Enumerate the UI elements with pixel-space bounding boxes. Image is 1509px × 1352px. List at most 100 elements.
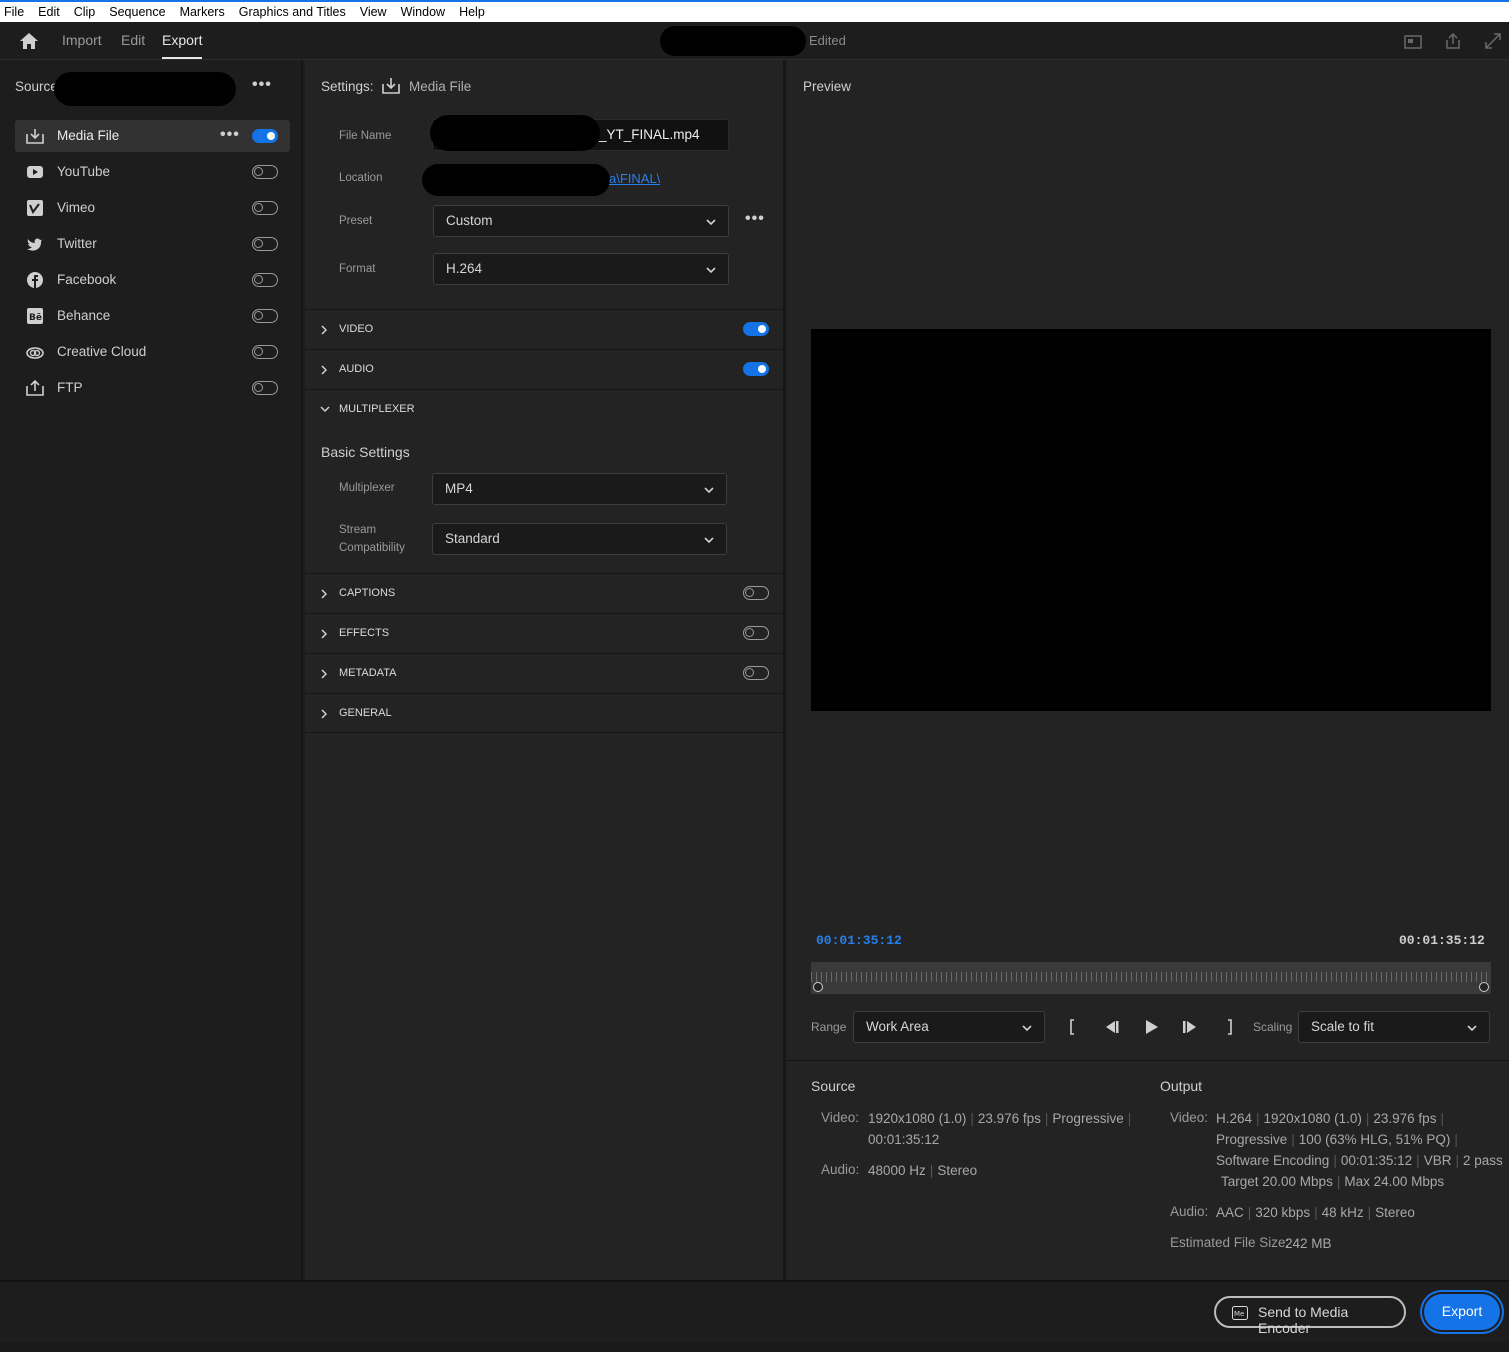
out-point-handle[interactable] <box>1479 982 1489 992</box>
menu-item-edit[interactable]: Edit <box>38 5 60 19</box>
destination-label: FTP <box>57 380 83 395</box>
quick-export-icon[interactable] <box>1404 32 1422 50</box>
menu-bar: File Edit Clip Sequence Markers Graphics and … <box>0 0 1509 22</box>
section-metadata[interactable]: METADATA <box>305 653 785 693</box>
redacted-project-name <box>660 26 806 56</box>
location-link[interactable]: a\FINAL\ <box>609 171 660 186</box>
redacted-file-name <box>430 115 600 151</box>
twitter-toggle[interactable] <box>252 237 278 251</box>
stream-compatibility-dropdown[interactable]: Standard <box>432 523 727 555</box>
output-video-line-1: H.264 | 1920x1080 (1.0) | 23.976 fps | <box>1216 1111 1444 1126</box>
output-audio-values: AAC | 320 kbps | 48 kHz | Stereo <box>1216 1205 1415 1220</box>
menu-item-help[interactable]: Help <box>459 5 485 19</box>
audio-toggle[interactable] <box>743 362 769 376</box>
range-dropdown[interactable]: Work Area <box>853 1011 1045 1043</box>
timeline-scrubber[interactable] <box>811 962 1491 994</box>
menu-item-window[interactable]: Window <box>401 5 445 19</box>
set-out-icon[interactable] <box>1223 1018 1237 1036</box>
settings-subtitle: Media File <box>409 79 472 94</box>
destination-vimeo[interactable]: Vimeo <box>15 192 290 224</box>
destination-ftp[interactable]: FTP <box>15 372 290 404</box>
creative-cloud-icon <box>26 347 44 359</box>
section-captions[interactable]: CAPTIONS <box>305 573 785 613</box>
tab-import[interactable]: Import <box>62 32 102 48</box>
menu-item-sequence[interactable]: Sequence <box>109 5 165 19</box>
menu-item-file[interactable]: File <box>4 5 24 19</box>
stream-label: Stream <box>339 524 377 536</box>
youtube-toggle[interactable] <box>252 165 278 179</box>
facebook-toggle[interactable] <box>252 273 278 287</box>
metadata-toggle[interactable] <box>743 666 769 680</box>
destination-label: Media File <box>57 128 120 143</box>
destination-youtube[interactable]: YouTube <box>15 156 290 188</box>
effects-toggle[interactable] <box>743 626 769 640</box>
step-back-icon[interactable] <box>1101 1018 1121 1036</box>
captions-toggle[interactable] <box>743 586 769 600</box>
scaling-dropdown[interactable]: Scale to fit <box>1298 1011 1490 1043</box>
format-value: H.264 <box>446 261 483 276</box>
multiplexer-dropdown[interactable]: MP4 <box>432 473 727 505</box>
divider <box>787 1060 1509 1061</box>
behance-toggle[interactable] <box>252 309 278 323</box>
destination-facebook[interactable]: Facebook <box>15 264 290 296</box>
destination-behance[interactable]: Bē Behance <box>15 300 290 332</box>
section-title: EFFECTS <box>339 627 390 639</box>
destination-twitter[interactable]: Twitter <box>15 228 290 260</box>
creative-cloud-toggle[interactable] <box>252 345 278 359</box>
svg-text:Me: Me <box>1234 1310 1244 1318</box>
source-video-line-1: 1920x1080 (1.0) | 23.976 fps | Progressive | <box>868 1111 1132 1126</box>
settings-title: Settings: <box>321 79 374 94</box>
media-file-more-icon[interactable]: ••• <box>220 126 240 144</box>
redacted-source-name <box>54 72 236 106</box>
destination-label: Behance <box>57 308 111 323</box>
section-video[interactable]: VIDEO <box>305 309 785 349</box>
in-point-handle[interactable] <box>813 982 823 992</box>
format-dropdown[interactable]: H.264 <box>433 253 729 285</box>
section-multiplexer[interactable]: MULTIPLEXER <box>305 389 785 429</box>
media-file-toggle[interactable] <box>252 129 278 143</box>
fullscreen-icon[interactable] <box>1484 32 1502 50</box>
section-title: MULTIPLEXER <box>339 403 415 415</box>
file-size-value: 242 MB <box>1285 1236 1332 1251</box>
home-icon[interactable] <box>18 31 40 51</box>
section-effects[interactable]: EFFECTS <box>305 613 785 653</box>
vimeo-toggle[interactable] <box>252 201 278 215</box>
menu-item-graphics-and-titles[interactable]: Graphics and Titles <box>239 5 346 19</box>
set-in-icon[interactable] <box>1065 1018 1079 1036</box>
section-general[interactable]: GENERAL <box>305 693 785 733</box>
source-more-icon[interactable]: ••• <box>252 76 272 94</box>
header-bar: Import Edit Export Edited <box>0 22 1509 60</box>
destination-label: Twitter <box>57 236 97 251</box>
export-button[interactable]: Export <box>1424 1294 1500 1330</box>
current-timecode[interactable]: 00:01:35:12 <box>816 933 902 948</box>
chevron-right-icon <box>321 709 328 719</box>
menu-item-clip[interactable]: Clip <box>74 5 96 19</box>
destination-media-file[interactable]: Media File ••• <box>15 120 290 152</box>
section-audio[interactable]: AUDIO <box>305 349 785 389</box>
destination-label: Facebook <box>57 272 117 287</box>
menu-item-view[interactable]: View <box>360 5 387 19</box>
vimeo-icon <box>27 200 43 216</box>
preset-more-icon[interactable]: ••• <box>745 210 765 228</box>
menu-item-markers[interactable]: Markers <box>180 5 225 19</box>
source-summary-title: Source <box>811 1078 856 1094</box>
ftp-toggle[interactable] <box>252 381 278 395</box>
ftp-icon <box>26 380 44 396</box>
tab-export[interactable]: Export <box>162 32 203 59</box>
destination-creative-cloud[interactable]: Creative Cloud <box>15 336 290 368</box>
section-title: CAPTIONS <box>339 587 396 599</box>
section-title: VIDEO <box>339 323 374 335</box>
share-icon[interactable] <box>1444 32 1462 50</box>
step-forward-icon[interactable] <box>1180 1018 1200 1036</box>
preview-panel: Preview 00:01:35:12 00:01:35:12 Range Wo… <box>787 60 1509 1280</box>
video-toggle[interactable] <box>743 322 769 336</box>
play-icon[interactable] <box>1142 1018 1162 1036</box>
send-to-media-encoder-button[interactable]: Me Send to Media Encoder <box>1214 1296 1406 1336</box>
source-audio-values: 48000 Hz | Stereo <box>868 1163 978 1178</box>
tab-edit[interactable]: Edit <box>121 32 145 48</box>
preset-dropdown[interactable]: Custom <box>433 205 729 237</box>
scaling-value: Scale to fit <box>1311 1019 1375 1034</box>
settings-panel: Settings: Media File File Name _YT_FINAL… <box>305 60 785 1280</box>
source-video-line-2: 00:01:35:12 <box>868 1132 940 1147</box>
media-encoder-icon: Me <box>1232 1306 1248 1320</box>
